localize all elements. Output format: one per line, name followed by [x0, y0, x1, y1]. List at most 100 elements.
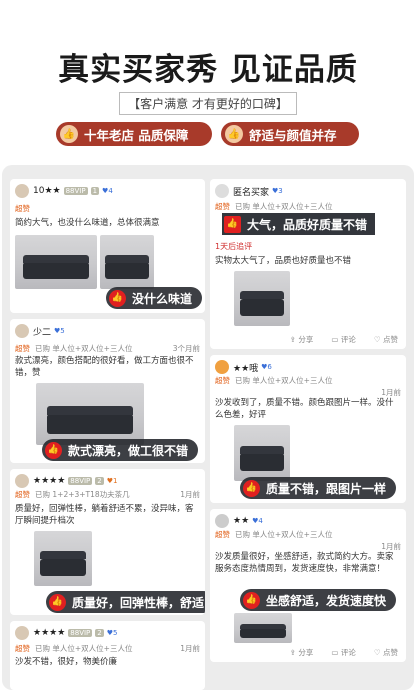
review-actions: ⇪ 分享 ▭ 评论 ♡ 点赞 — [210, 334, 406, 345]
review-card[interactable]: ★★ ♥4 超赞 已购 单人位+双人位+三人位 1月前 沙发质量很好，坐感舒适，款… — [210, 509, 406, 662]
review-text: 沙发不错，很好，物美价廉 — [15, 657, 118, 667]
like-label: 点赞 — [383, 335, 398, 344]
level-badge: ♥1 — [106, 477, 118, 485]
user-name: 10★★ — [33, 186, 61, 196]
share-button[interactable]: ⇪ 分享 — [290, 334, 314, 345]
review-text: 实物太大气了，品质也好质量也不错 — [215, 256, 352, 266]
review-card[interactable]: 10★★ 88VIP 1 ♥4 超赞 简约大气，也没什么味道，总体很满意 👍 没… — [10, 179, 205, 313]
avatar — [215, 184, 229, 198]
review-card[interactable]: 少二 ♥5 超赞 已购 单人位+双人位+三人位 3个月前 款式漂亮，颜色搭配的很好… — [10, 319, 205, 463]
review-card[interactable]: 匿名买家 ♥3 超赞 已购 单人位+双人位+三人位 👍 大气，品质好质量不错 1天… — [210, 179, 406, 349]
subtitle-wrap: 【客户满意 才有更好的口碑】 — [0, 92, 416, 115]
good-label: 超赞 — [15, 644, 30, 653]
review-text: 简约大气，也没什么味道，总体很满意 — [15, 218, 160, 228]
review-photo[interactable] — [234, 425, 290, 481]
review-photo[interactable] — [234, 613, 292, 643]
highlight-text: 大气，品质好质量不错 — [247, 217, 368, 232]
vip-badge: 88VIP — [68, 477, 93, 485]
review-meta: 超赞 已购 单人位+双人位+三人位 — [215, 375, 332, 386]
share-label: 分享 — [298, 648, 314, 657]
highlight-text: 款式漂亮，做工很不错 — [68, 443, 189, 458]
purchase-spec: 已购 1+2+3+T18功夫茶几 — [35, 490, 130, 499]
comment-button[interactable]: ▭ 评论 — [331, 647, 355, 658]
review-user: ★★哦 ♥6 — [215, 360, 272, 374]
review-actions: ⇪ 分享 ▭ 评论 ♡ 点赞 — [210, 647, 406, 658]
review-photo[interactable] — [234, 271, 290, 326]
highlight-banner: 👍 没什么味道 — [106, 287, 203, 309]
thumbs-up-icon: 👍 — [109, 289, 126, 307]
review-user: 10★★ 88VIP 1 ♥4 — [15, 184, 113, 198]
purchase-spec: 已购 单人位+双人位+三人位 — [35, 644, 133, 653]
thumbs-up-icon: 👍 — [243, 479, 260, 497]
highlight-banner: 👍 质量不错，跟图片一样 — [240, 477, 397, 499]
avatar — [215, 360, 229, 374]
page-title: 真实买家秀 见证品质 — [58, 52, 358, 88]
review-meta: 超赞 — [15, 203, 35, 214]
purchase-spec: 已购 单人位+双人位+三人位 — [235, 530, 333, 539]
followup-tag: 1天后追评 — [215, 242, 253, 251]
review-date: 3个月前 — [172, 344, 200, 353]
level-badge: ♥4 — [102, 187, 113, 195]
share-button[interactable]: ⇪ 分享 — [290, 647, 314, 658]
badge-quality-label: 十年老店 品质保障 — [84, 127, 189, 143]
review-text: 款式漂亮，颜色搭配的很好看，做工方面也很不错，赞 — [15, 356, 194, 378]
review-meta: 超赞 已购 1+2+3+T18功夫茶几 — [15, 489, 130, 500]
user-name: ★★哦 — [233, 363, 259, 374]
review-date: 1月前 — [180, 644, 200, 653]
review-photo[interactable] — [34, 531, 92, 586]
like-button[interactable]: ♡ 点赞 — [374, 334, 398, 345]
level-value: 4 — [108, 187, 113, 195]
review-photo[interactable] — [15, 235, 97, 289]
purchase-spec: 已购 单人位+双人位+三人位 — [235, 376, 333, 385]
review-user: 少二 ♥5 — [15, 324, 65, 338]
good-label: 超赞 — [15, 344, 30, 353]
level-badge: ♥4 — [252, 517, 263, 525]
review-user: ★★★★ 88VIP 2 ♥5 — [15, 626, 117, 640]
share-label: 分享 — [298, 335, 314, 344]
review-date: 1月前 — [180, 490, 200, 499]
good-label: 超赞 — [215, 530, 230, 539]
purchase-spec: 已购 单人位+双人位+三人位 — [235, 202, 333, 211]
review-meta: 超赞 已购 单人位+双人位+三人位 — [15, 343, 132, 354]
thumbs-up-icon: 👍 — [225, 125, 243, 143]
highlight-text: 没什么味道 — [132, 291, 193, 306]
page-subtitle: 【客户满意 才有更好的口碑】 — [119, 92, 297, 115]
badge-comfort: 👍 舒适与颜值并存 — [221, 122, 359, 146]
review-meta: 超赞 已购 单人位+双人位+三人位 — [15, 643, 132, 654]
level-badge: ♥5 — [106, 629, 118, 637]
review-card[interactable]: ★★★★ 88VIP 2 ♥5 超赞 已购 单人位+双人位+三人位 1月前 沙发不… — [10, 621, 205, 690]
like-button[interactable]: ♡ 点赞 — [374, 647, 398, 658]
good-label: 超赞 — [215, 202, 230, 211]
highlight-banner: 👍 坐感舒适，发货速度快 — [240, 589, 397, 611]
review-meta: 超赞 已购 单人位+双人位+三人位 — [215, 201, 332, 212]
user-name: ★★ — [233, 516, 250, 526]
avatar — [15, 474, 29, 488]
review-photo[interactable] — [36, 383, 144, 445]
review-user: 匿名买家 ♥3 — [215, 184, 283, 198]
review-card[interactable]: ★★哦 ♥6 超赞 已购 单人位+双人位+三人位 1月前 沙发收到了，质量不错。颜… — [210, 355, 406, 503]
like-label: 点赞 — [383, 648, 398, 657]
purchase-spec: 已购 单人位+双人位+三人位 — [35, 344, 133, 353]
level-value: 1 — [113, 477, 118, 485]
vip-level-badge: 1 — [90, 187, 100, 195]
vip-badge: 88VIP — [68, 629, 93, 637]
level-badge: ♥6 — [261, 363, 272, 371]
highlight-text: 坐感舒适，发货速度快 — [266, 593, 387, 608]
review-card[interactable]: ★★★★ 88VIP 2 ♥1 超赞 已购 1+2+3+T18功夫茶几 1月前 质… — [10, 469, 205, 615]
avatar — [15, 626, 29, 640]
avatar — [215, 514, 229, 528]
level-badge: ♥3 — [272, 187, 283, 195]
comment-label: 评论 — [340, 335, 356, 344]
highlight-banner: 👍 款式漂亮，做工很不错 — [42, 439, 199, 461]
review-meta: 超赞 已购 单人位+双人位+三人位 — [215, 529, 332, 540]
comment-button[interactable]: ▭ 评论 — [331, 334, 355, 345]
review-text: 沙发质量很好，坐感舒适，款式简约大方。卖家服务态度热情周到，发货速度快，非常满意… — [215, 552, 394, 574]
highlight-text: 质量好，回弹性棒，舒适 — [72, 595, 205, 610]
level-value: 6 — [267, 363, 272, 371]
thumbs-up-icon: 👍 — [60, 125, 78, 143]
vip-level-badge: 2 — [95, 629, 104, 637]
review-photo[interactable] — [100, 235, 154, 289]
level-value: 5 — [60, 327, 65, 335]
thumbs-up-icon: 👍 — [45, 441, 62, 459]
highlight-text: 质量不错，跟图片一样 — [266, 481, 387, 496]
